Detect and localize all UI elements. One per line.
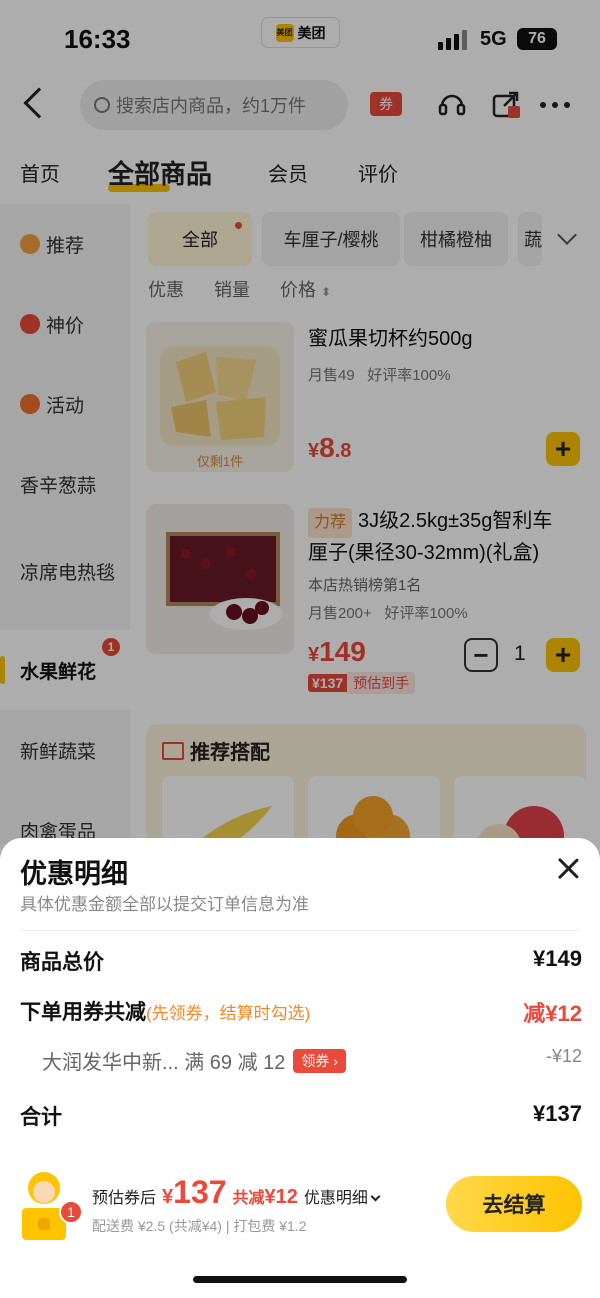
coupon-hint: (先领券，结算时勾选) (146, 1004, 311, 1023)
chevron-down-icon (370, 1191, 381, 1202)
close-icon[interactable] (556, 856, 580, 880)
estimated-total: 预估券后 ¥137 共减¥12 优惠明细 (92, 1174, 381, 1211)
home-indicator[interactable] (193, 1276, 407, 1283)
sheet-subtitle: 具体优惠金额全部以提交订单信息为准 (20, 895, 309, 914)
store-coupon-row: 大润发华中新... 满 69 减 12 领券 › -¥12 (42, 1046, 582, 1074)
get-coupon-button[interactable]: 领券 › (293, 1049, 346, 1073)
total-row: 合计 ¥137 (20, 1101, 582, 1129)
coupon-total-row: 下单用券共减(先领券，结算时勾选) 减¥12 (20, 1001, 582, 1026)
discount-detail-toggle[interactable]: 优惠明细 (304, 1184, 381, 1208)
divider (20, 930, 580, 931)
checkout-bar: 1 预估券后 ¥137 共减¥12 优惠明细 配送费 ¥2.5 (共减¥4) |… (0, 1160, 600, 1260)
subtotal-row: 商品总价 ¥149 (20, 946, 582, 974)
fee-info: 配送费 ¥2.5 (共减¥4) | 打包费 ¥1.2 (92, 1218, 307, 1234)
sheet-title: 优惠明细 (20, 859, 128, 889)
checkout-button[interactable]: 去结算 (446, 1176, 582, 1232)
cart-badge: 1 (59, 1200, 83, 1224)
